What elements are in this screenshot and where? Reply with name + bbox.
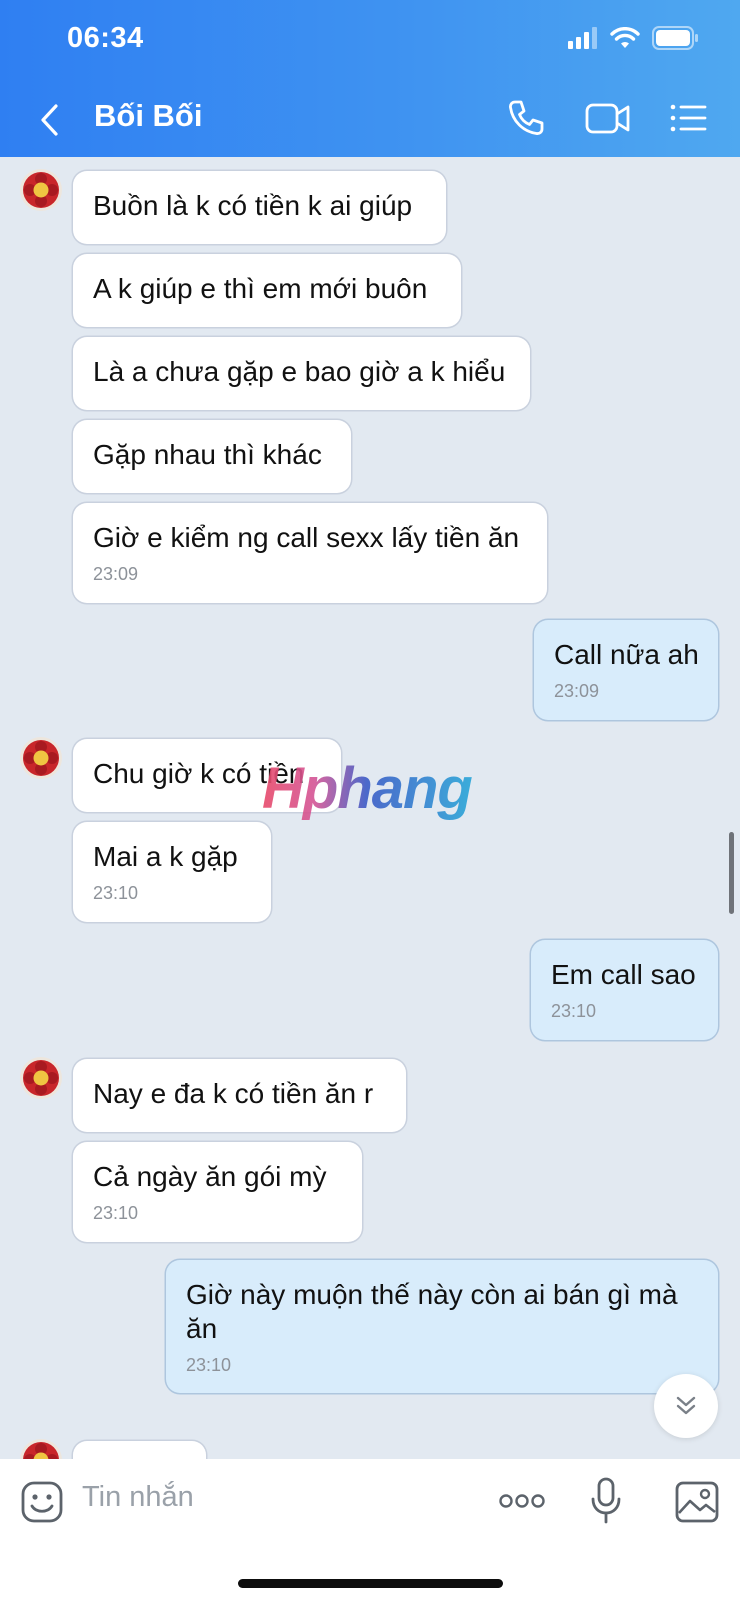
microphone-icon[interactable] <box>590 1477 622 1525</box>
message-text: A k giúp e thì em mới buôn <box>93 273 428 304</box>
avatar-flower-icon <box>23 1060 59 1096</box>
message-text: Gặp nhau thì khác <box>93 439 322 470</box>
watermark: Hphang <box>262 756 473 821</box>
status-icons <box>568 26 700 50</box>
message-bubble-incoming[interactable]: Giờ e kiểm ng call sexx lấy tiền ăn 23:0… <box>73 503 547 603</box>
signal-icon <box>568 27 597 49</box>
message-bubble-outgoing[interactable]: Em call sao 23:10 <box>531 940 718 1040</box>
scroll-down-icon <box>676 1396 696 1415</box>
contact-avatar[interactable] <box>20 1439 62 1459</box>
wifi-icon <box>610 27 640 48</box>
phone-icon[interactable] <box>506 98 546 138</box>
scrollbar[interactable] <box>729 832 734 914</box>
video-call-icon[interactable] <box>585 98 631 138</box>
message-bubble-incoming[interactable]: Là a chưa gặp e bao giờ a k hiểu <box>73 337 530 410</box>
battery-icon <box>652 26 698 50</box>
message-bubble-incoming[interactable] <box>73 1441 206 1459</box>
contact-avatar[interactable] <box>20 169 62 211</box>
message-text: Là a chưa gặp e bao giờ a k hiểu <box>93 356 506 387</box>
contact-avatar[interactable] <box>20 1057 62 1099</box>
message-text: Giờ e kiểm ng call sexx lấy tiền ăn <box>93 522 520 553</box>
message-bubble-incoming[interactable]: Cả ngày ăn gói mỳ 23:10 <box>73 1142 362 1242</box>
message-time: 23:10 <box>93 883 139 903</box>
message-bubble-incoming[interactable]: Mai a k gặp 23:10 <box>73 822 271 922</box>
chat-header: 06:34 Bối Bối <box>0 0 740 157</box>
message-text: Call nữa ah <box>554 639 699 670</box>
message-time: 23:10 <box>186 1355 232 1375</box>
message-time: 23:10 <box>551 1001 597 1021</box>
status-time: 06:34 <box>67 22 144 54</box>
message-text: Giờ này muộn thế này còn ai bán gì mà ăn <box>186 1279 678 1344</box>
back-icon[interactable] <box>38 100 60 140</box>
message-bubble-outgoing[interactable]: Call nữa ah 23:09 <box>534 620 718 720</box>
message-time: 23:09 <box>93 564 139 584</box>
avatar-flower-icon <box>23 1442 59 1459</box>
message-text: Cả ngày ăn gói mỳ <box>93 1161 327 1192</box>
sticker-icon[interactable] <box>21 1481 63 1523</box>
message-bubble-incoming[interactable]: A k giúp e thì em mới buôn <box>73 254 461 327</box>
list-menu-icon[interactable] <box>668 98 708 138</box>
message-bubble-incoming[interactable]: Buồn là k có tiền k ai giúp <box>73 171 446 244</box>
message-bubble-incoming[interactable]: Gặp nhau thì khác <box>73 420 351 493</box>
message-bubble-outgoing[interactable]: Giờ này muộn thế này còn ai bán gì mà ăn… <box>166 1260 718 1393</box>
message-composer: Tin nhắn <box>0 1459 740 1600</box>
avatar-flower-icon <box>23 172 59 208</box>
message-bubble-incoming[interactable]: Nay e đa k có tiền ăn r <box>73 1059 406 1132</box>
message-text: Mai a k gặp <box>93 841 238 872</box>
avatar-flower-icon <box>23 740 59 776</box>
message-text: Buồn là k có tiền k ai giúp <box>93 190 413 221</box>
contact-avatar[interactable] <box>20 737 62 779</box>
home-indicator <box>238 1579 503 1588</box>
image-icon[interactable] <box>675 1481 719 1523</box>
message-time: 23:09 <box>554 681 600 701</box>
message-text: Em call sao <box>551 959 696 990</box>
scroll-to-bottom-button[interactable] <box>654 1374 718 1438</box>
more-icon[interactable] <box>499 1491 545 1511</box>
contact-name[interactable]: Bối Bối <box>94 98 203 134</box>
message-text: Nay e đa k có tiền ăn r <box>93 1078 374 1109</box>
message-time: 23:10 <box>93 1203 139 1223</box>
message-input[interactable]: Tin nhắn <box>82 1481 194 1514</box>
